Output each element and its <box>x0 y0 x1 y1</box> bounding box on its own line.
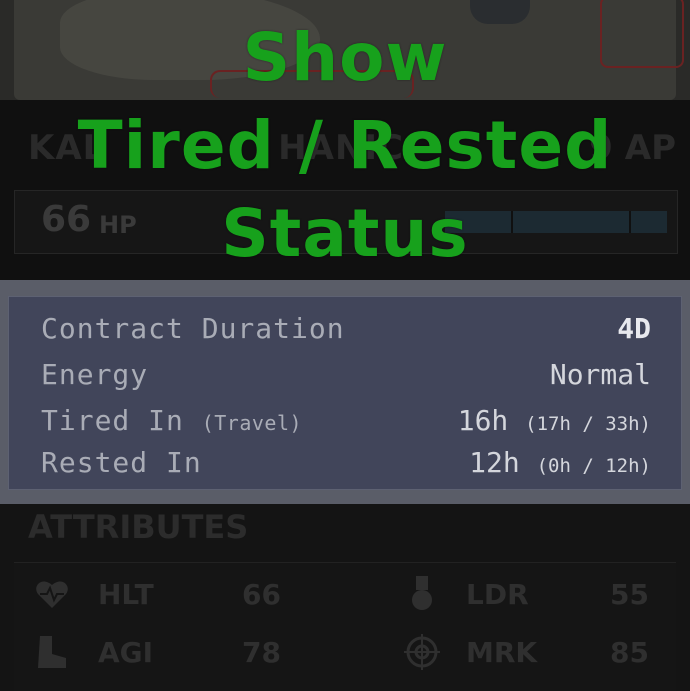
contract-duration-value: 4D <box>617 312 651 345</box>
agi-value: 78 <box>242 636 281 669</box>
rested-in-value: 12h (0h / 12h) <box>469 446 651 479</box>
rested-in-row: Rested In 12h (0h / 12h) <box>41 443 651 483</box>
energy-row: Energy Normal <box>41 355 651 395</box>
rested-in-label: Rested In <box>41 446 202 479</box>
tired-in-row: Tired In (Travel) 16h (17h / 33h) <box>41 401 651 441</box>
rested-in-detail: (0h / 12h) <box>536 455 651 477</box>
status-panel: Contract Duration 4D Energy Normal Tired… <box>8 296 682 490</box>
contract-duration-row: Contract Duration 4D <box>41 309 651 349</box>
boot-icon <box>38 636 66 668</box>
headline: Show Tired / Rested Status <box>0 14 690 278</box>
ldr-label: LDR <box>466 578 529 611</box>
tired-in-value: 16h (17h / 33h) <box>458 404 651 437</box>
ldr-value: 55 <box>610 578 649 611</box>
contract-duration-label: Contract Duration <box>41 312 345 345</box>
medal-icon <box>412 576 432 610</box>
headline-line-2: Tired / Rested <box>77 107 613 184</box>
headline-line-3: Status <box>221 195 469 272</box>
crosshair-icon <box>404 634 440 670</box>
agi-label: AGI <box>98 636 154 669</box>
mrk-label: MRK <box>466 636 538 669</box>
rested-in-hours: 12h <box>469 446 520 479</box>
energy-label: Energy <box>41 358 149 391</box>
tired-in-label: Tired In (Travel) <box>41 404 302 437</box>
energy-value: Normal <box>549 358 651 391</box>
heart-icon <box>36 581 68 608</box>
hlt-value: 66 <box>242 578 281 611</box>
attributes-title: ATTRIBUTES <box>28 508 249 546</box>
headline-line-1: Show <box>242 19 448 96</box>
tired-in-detail: (17h / 33h) <box>525 413 651 435</box>
tired-in-label-text: Tired In <box>41 404 184 437</box>
tired-in-sublabel: (Travel) <box>201 411 303 435</box>
mrk-value: 85 <box>610 636 649 669</box>
tired-in-hours: 16h <box>457 404 509 437</box>
hlt-label: HLT <box>98 578 154 611</box>
